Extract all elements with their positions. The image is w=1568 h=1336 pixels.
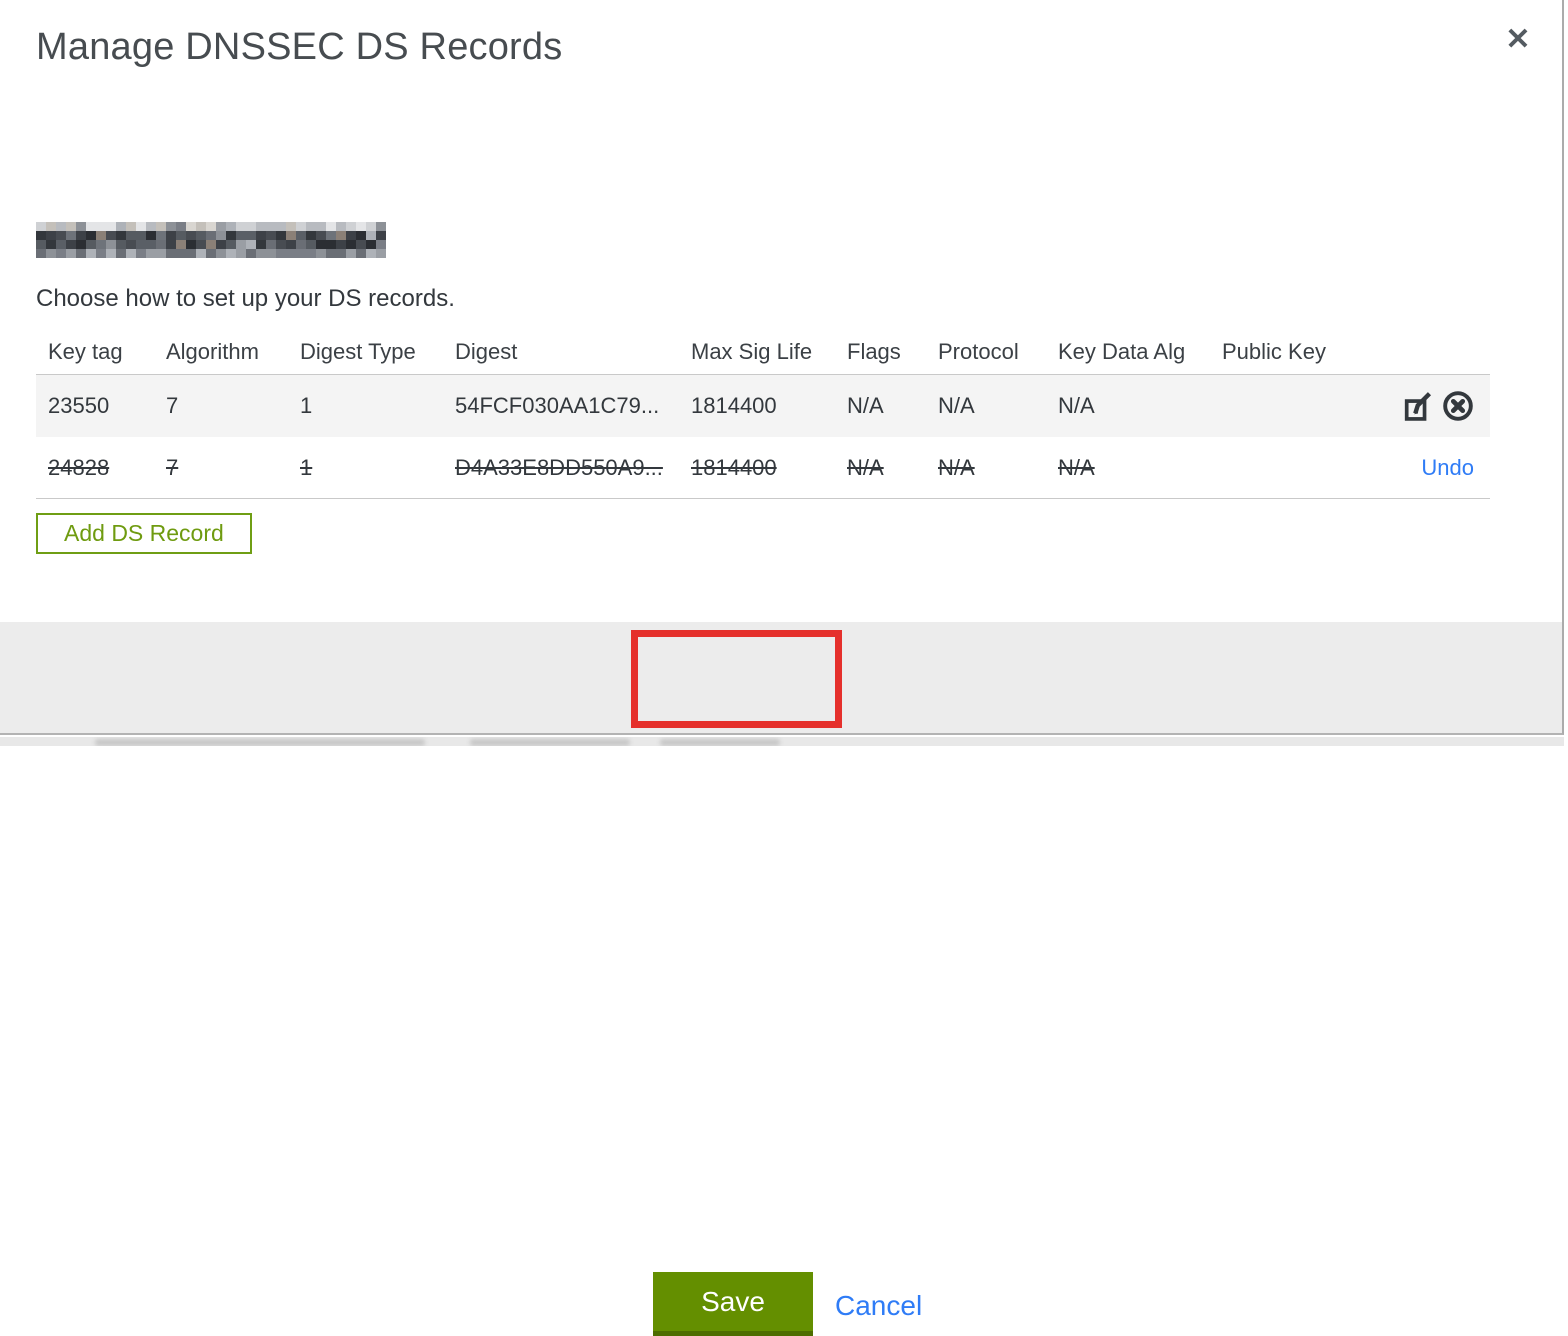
table-row-deleted: 24828 7 1 D4A33E8DD550A9... 1814400 N/A … <box>36 437 1490 499</box>
delete-circle-icon[interactable] <box>1440 388 1476 424</box>
cell-max-sig-life: 1814400 <box>691 454 777 480</box>
col-header-key-data-alg: Key Data Alg <box>1058 339 1186 364</box>
page-title: Manage DNSSEC DS Records <box>36 26 563 68</box>
col-header-algorithm: Algorithm <box>166 339 259 364</box>
undo-link[interactable]: Undo <box>1421 455 1474 481</box>
table-header-row: Key tag Algorithm Digest Type Digest Max… <box>36 330 1490 375</box>
col-header-digest: Digest <box>455 339 518 364</box>
cell-digest: 54FCF030AA1C79... <box>455 393 660 418</box>
col-header-protocol: Protocol <box>938 339 1019 364</box>
manage-dnssec-dialog: Manage DNSSEC DS Records ✕ Choose how to… <box>0 0 1564 1336</box>
col-header-key-tag: Key tag <box>48 339 123 364</box>
cell-key-tag: 24828 <box>48 454 110 480</box>
redacted-domain-name <box>36 222 386 258</box>
cell-key-data-alg: N/A <box>1058 454 1095 480</box>
dialog-footer: Save Cancel <box>0 622 1562 1336</box>
row-actions <box>1350 388 1490 424</box>
cell-protocol: N/A <box>938 454 975 480</box>
cell-flags: N/A <box>847 454 884 480</box>
cell-digest-type: 1 <box>300 393 313 418</box>
edit-icon[interactable] <box>1401 388 1437 424</box>
save-button[interactable]: Save <box>653 1272 813 1336</box>
cell-algorithm: 7 <box>166 454 179 480</box>
col-header-max-sig-life: Max Sig Life <box>691 339 813 364</box>
add-ds-record-button[interactable]: Add DS Record <box>36 513 252 554</box>
close-icon[interactable]: ✕ <box>1496 18 1540 62</box>
cell-max-sig-life: 1814400 <box>691 393 777 418</box>
ds-records-table: Key tag Algorithm Digest Type Digest Max… <box>36 330 1490 499</box>
page-behind-modal-edge <box>0 737 1564 746</box>
cell-flags: N/A <box>847 393 884 418</box>
col-header-digest-type: Digest Type <box>300 339 416 364</box>
col-header-public-key: Public Key <box>1222 339 1326 364</box>
cell-digest: D4A33E8DD550A9... <box>455 454 663 480</box>
col-header-flags: Flags <box>847 339 901 364</box>
table-row: 23550 7 1 54FCF030AA1C79... 1814400 N/A … <box>36 375 1490 437</box>
cell-protocol: N/A <box>938 393 975 418</box>
cell-digest-type: 1 <box>300 454 313 480</box>
cell-algorithm: 7 <box>166 393 179 418</box>
cell-key-tag: 23550 <box>48 393 110 418</box>
cell-key-data-alg: N/A <box>1058 393 1095 418</box>
instruction-text: Choose how to set up your DS records. <box>36 285 455 312</box>
cancel-link[interactable]: Cancel <box>835 1290 922 1322</box>
